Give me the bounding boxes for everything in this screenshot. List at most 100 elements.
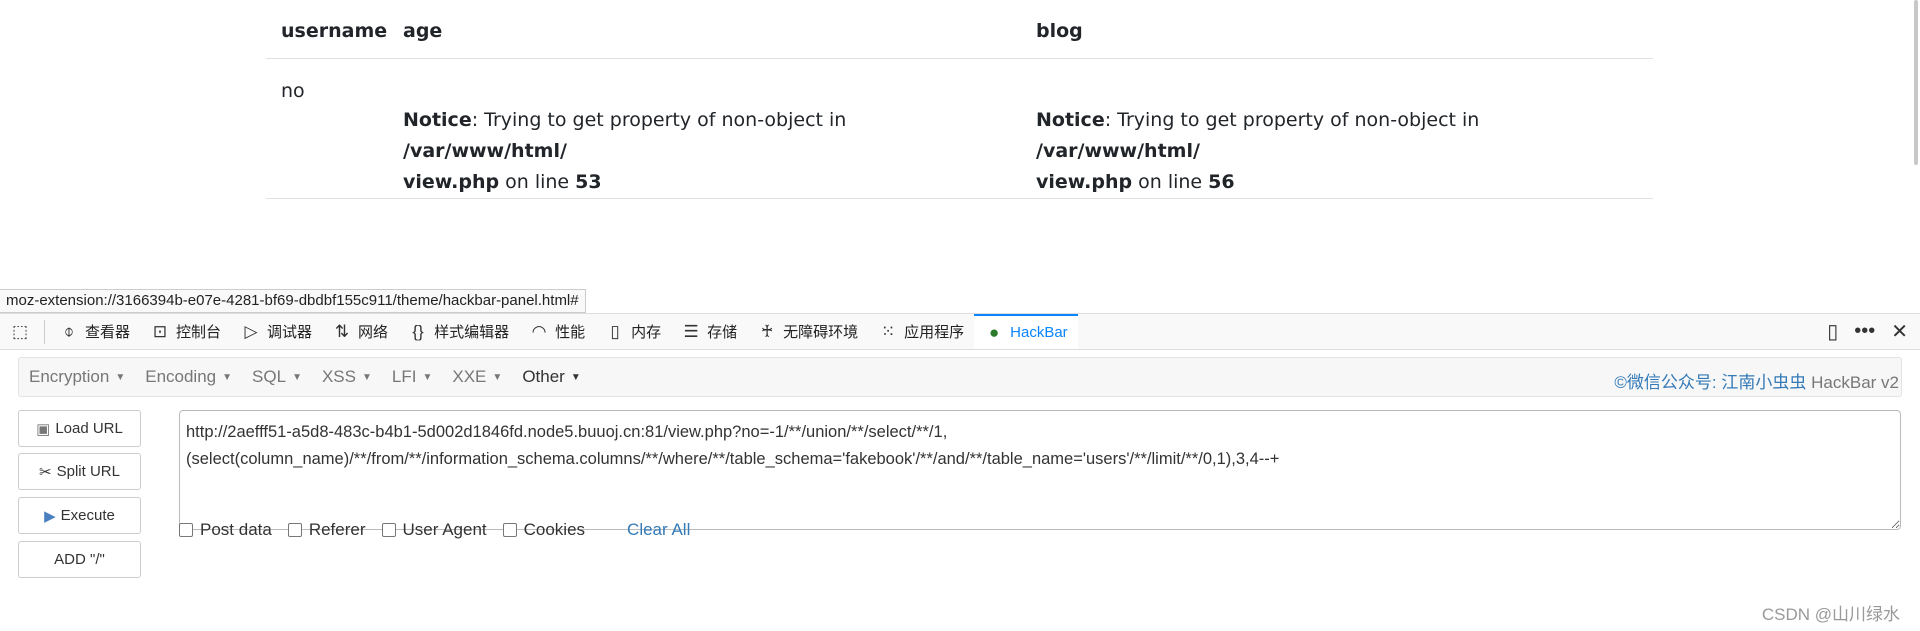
more-options-icon[interactable]: ••• [1854, 320, 1875, 343]
menu-encoding[interactable]: Encoding ▼ [135, 367, 242, 387]
checkbox-box[interactable] [179, 523, 193, 537]
menu-xxe[interactable]: XXE ▼ [442, 367, 512, 387]
accessibility-icon: ♰ [760, 321, 774, 341]
tab-hackbar[interactable]: ● HackBar [974, 314, 1078, 349]
post-data-checkbox[interactable]: Post data [179, 520, 272, 540]
tab-storage[interactable]: ☰ 存储 [671, 314, 747, 349]
button-label: Load URL [55, 420, 123, 437]
tab-memory[interactable]: ▯ 内存 [595, 314, 671, 349]
notice-path: /var/www/html/ [1036, 140, 1200, 162]
devtools-toolbar: ⬚ ⌽ 查看器 ⊡ 控制台 ▷ 调试器 ⇅ 网络 {} 样式编辑器 ◠ 性能 ▯ 内存 ☰ 存储… [0, 313, 1920, 350]
style-editor-icon: {} [412, 321, 424, 341]
button-label: Split URL [56, 463, 120, 480]
responsive-design-icon[interactable]: ▯ [1827, 319, 1838, 344]
notice-on: on line [499, 171, 576, 193]
tab-debugger[interactable]: ▷ 调试器 [231, 314, 322, 349]
menu-sql[interactable]: SQL ▼ [242, 367, 312, 387]
menu-encryption[interactable]: Encryption ▼ [19, 367, 135, 387]
menu-label: LFI [391, 367, 417, 386]
cell-blog-notice: Notice: Trying to get property of non-ob… [1036, 105, 1636, 198]
page-scrollbar[interactable] [1914, 0, 1918, 165]
notice-line: 53 [575, 171, 602, 193]
cell-username: no [281, 80, 305, 102]
menu-label: Encoding [145, 367, 217, 386]
tab-label: 性能 [555, 324, 586, 341]
hackbar-icon: ● [989, 322, 1000, 342]
caret-down-icon: ▼ [422, 371, 433, 383]
notice-msg: : Trying to get property of non-object i… [1104, 109, 1480, 131]
referer-checkbox[interactable]: Referer [287, 520, 366, 540]
caret-down-icon: ▼ [222, 371, 233, 383]
divider [266, 198, 1653, 199]
element-picker-button[interactable]: ⬚ [0, 314, 40, 349]
tab-network[interactable]: ⇅ 网络 [322, 314, 398, 349]
tab-inspector[interactable]: ⌽ 查看器 [49, 314, 140, 349]
separator [44, 319, 45, 344]
menu-xss[interactable]: XSS ▼ [312, 367, 382, 387]
add-slash-button[interactable]: ADD "/" [18, 541, 141, 578]
notice-msg: : Trying to get property of non-object i… [471, 109, 847, 131]
load-icon: ▣ [36, 420, 51, 438]
performance-icon: ◠ [531, 321, 547, 341]
user-agent-checkbox[interactable]: User Agent [381, 520, 487, 540]
notice-file: view.php [1036, 171, 1133, 193]
tab-label: 调试器 [267, 324, 313, 341]
tab-performance[interactable]: ◠ 性能 [519, 314, 595, 349]
caret-down-icon: ▼ [492, 371, 503, 383]
menu-other[interactable]: Other ▼ [512, 367, 590, 387]
scissors-icon: ✂ [39, 463, 52, 481]
credit: ©微信公众号: 江南小虫虫 HackBar v2 [1614, 368, 1899, 393]
tab-label: 样式编辑器 [434, 324, 510, 341]
checkbox-label: Cookies [523, 520, 586, 539]
execute-button[interactable]: ▶ Execute [18, 497, 141, 534]
button-label: Execute [60, 507, 115, 524]
memory-icon: ▯ [610, 321, 620, 341]
play-icon: ▶ [44, 507, 56, 525]
notice-path: /var/www/html/ [403, 140, 567, 162]
caret-down-icon: ▼ [292, 371, 302, 383]
notice-file: view.php [403, 171, 500, 193]
checkbox-box[interactable] [502, 523, 517, 537]
clear-all-link[interactable]: Clear All [627, 520, 690, 540]
header-age: age [403, 20, 443, 42]
status-bar-url: moz-extension://3166394b-e07e-4281-bf69-… [0, 289, 586, 313]
watermark: CSDN @山川绿水 [1761, 605, 1900, 624]
tab-label: 网络 [358, 324, 389, 341]
version: HackBar v2 [1811, 373, 1899, 392]
tab-console[interactable]: ⊡ 控制台 [140, 314, 231, 349]
url-textarea[interactable]: http://2aefff51-a5d8-483c-b4b1-5d002d184… [179, 410, 1901, 530]
close-icon[interactable]: ✕ [1891, 319, 1908, 344]
checkbox-box[interactable] [287, 523, 302, 537]
divider [266, 58, 1653, 59]
options: Post data Referer User Agent Cookies Cle… [179, 518, 690, 542]
cell-age-notice: Notice: Trying to get property of non-ob… [403, 105, 1003, 198]
checkbox-box[interactable] [381, 523, 396, 537]
menu-label: XXE [452, 367, 487, 386]
checkbox-label: Referer [308, 520, 366, 539]
load-url-button[interactable]: ▣ Load URL [18, 410, 141, 447]
menu-label: SQL [252, 367, 287, 386]
notice-label: Notice [1036, 109, 1105, 131]
credit-text: ©微信公众号: 江南小虫虫 [1614, 373, 1807, 392]
tab-label: 应用程序 [904, 324, 965, 341]
cookies-checkbox[interactable]: Cookies [502, 520, 586, 540]
notice-on: on line [1132, 171, 1209, 193]
tab-accessibility[interactable]: ♰ 无障碍环境 [747, 314, 868, 349]
menu-lfi[interactable]: LFI ▼ [382, 367, 442, 387]
menu-label: XSS [321, 367, 356, 386]
tab-label: 无障碍环境 [783, 324, 859, 341]
tab-label: 查看器 [85, 324, 131, 341]
tab-label: 内存 [631, 324, 662, 341]
tab-label: 控制台 [176, 324, 222, 341]
caret-down-icon: ▼ [362, 371, 372, 383]
tab-application[interactable]: ⁙ 应用程序 [868, 314, 974, 349]
button-label: ADD "/" [54, 551, 105, 568]
header-blog: blog [1036, 20, 1083, 42]
caret-down-icon: ▼ [570, 371, 581, 383]
tab-label: HackBar [1010, 324, 1068, 341]
tab-style-editor[interactable]: {} 样式编辑器 [398, 314, 519, 349]
cursor-pick-icon: ⬚ [11, 321, 29, 341]
menu-label: Encryption [29, 367, 110, 386]
console-icon: ⊡ [152, 321, 168, 341]
split-url-button[interactable]: ✂ Split URL [18, 453, 141, 490]
